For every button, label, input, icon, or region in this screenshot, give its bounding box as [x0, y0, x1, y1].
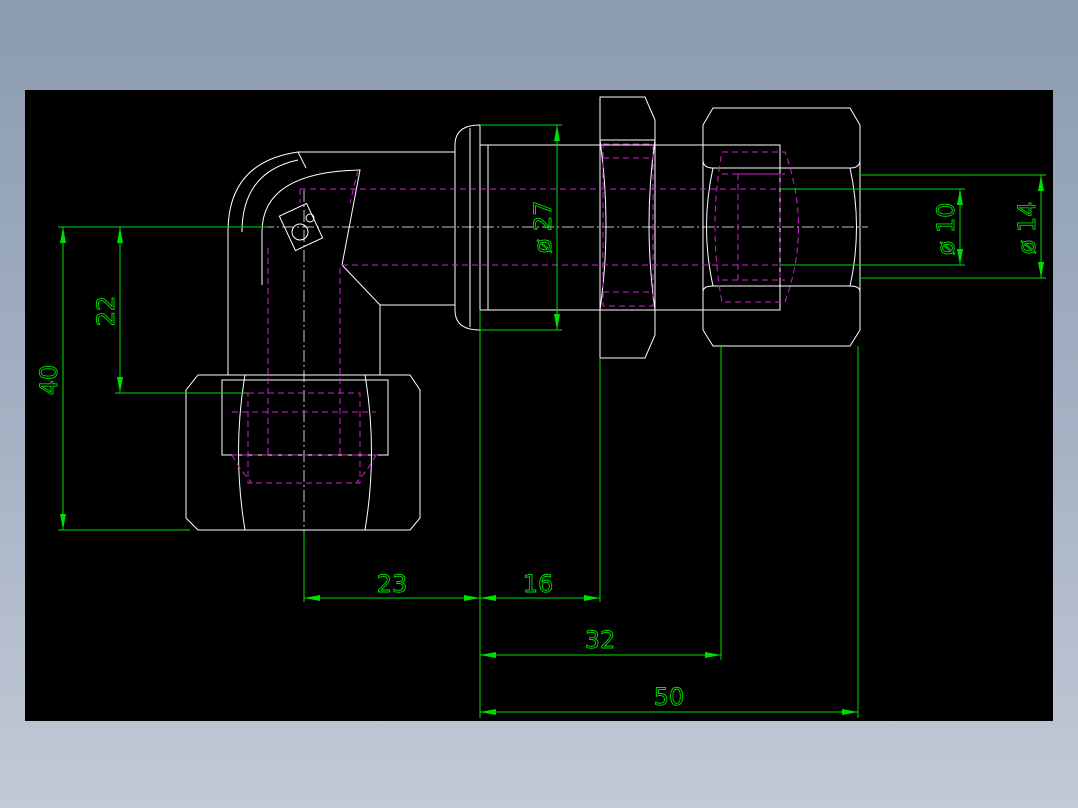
dim-32-label: 32 — [585, 626, 616, 654]
dim-dia-14[interactable]: ø 14 — [1013, 175, 1044, 278]
middle-nut — [599, 96, 656, 359]
hidden-lines — [231, 143, 799, 484]
dim-23[interactable]: 23 — [304, 570, 480, 601]
dim-50[interactable]: 50 — [480, 683, 858, 715]
dim-dia-14-label: ø 14 — [1013, 202, 1041, 255]
dim-dia-10-label: ø 10 — [932, 203, 960, 256]
dim-32[interactable]: 32 — [480, 626, 721, 658]
dim-23-label: 23 — [377, 570, 408, 598]
bottom-nut — [185, 374, 421, 531]
dim-50-label: 50 — [654, 683, 685, 711]
dim-40[interactable]: 40 — [35, 227, 66, 530]
dim-16[interactable]: 16 — [480, 570, 600, 601]
cad-drawing-canvas[interactable]: 23 16 32 50 22 40 ø 27 ø 10 ø 14 — [25, 90, 1053, 721]
elbow-fitting-drawing: 23 16 32 50 22 40 ø 27 ø 10 ø 14 — [35, 96, 1046, 718]
dim-dia-10[interactable]: ø 10 — [932, 189, 963, 265]
elbow-body — [227, 151, 455, 375]
dim-22[interactable]: 22 — [92, 227, 123, 393]
dim-40-label: 40 — [35, 365, 63, 396]
dim-22-label: 22 — [92, 296, 120, 327]
dim-dia-27[interactable]: ø 27 — [529, 125, 560, 330]
dim-16-label: 16 — [523, 570, 554, 598]
dim-dia-27-label: ø 27 — [529, 201, 557, 254]
flange — [454, 124, 781, 331]
